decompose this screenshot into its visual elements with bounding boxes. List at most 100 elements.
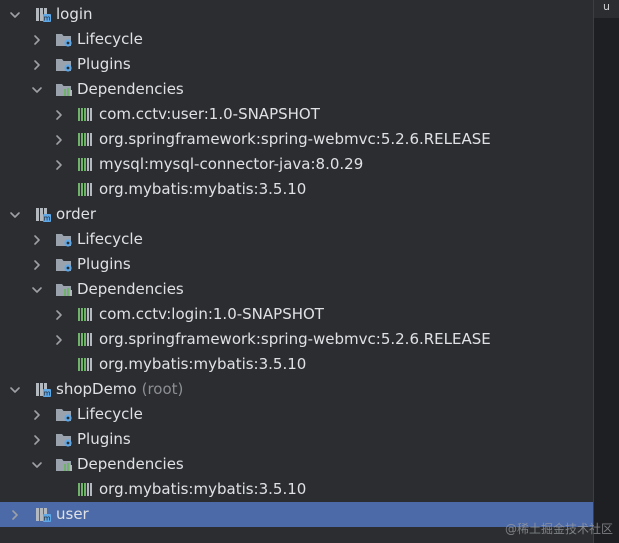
- library-icon: [77, 181, 95, 198]
- maven-tool-window: m login Lifecycle Plugins Dependencies com.cc…: [0, 0, 593, 543]
- tree-row-text: org.mybatis:mybatis:3.5.10: [99, 480, 307, 498]
- tree-row-label: login: [56, 2, 93, 27]
- tree-row-text: com.cctv:login:1.0-SNAPSHOT: [99, 305, 324, 323]
- svg-text:m: m: [44, 215, 51, 223]
- chevron-right-icon[interactable]: [30, 52, 44, 77]
- maven-module-icon: m: [34, 6, 52, 23]
- tree-row-text: org.springframework:spring-webmvc:5.2.6.…: [99, 330, 491, 348]
- lifecycle-folder-icon: [55, 31, 73, 48]
- right-tool-strip: [593, 0, 619, 543]
- tree-row-label: Dependencies: [77, 77, 184, 102]
- maven-module-icon: m: [34, 506, 52, 523]
- tree-row-plugins[interactable]: Plugins: [0, 252, 593, 277]
- chevron-right-icon[interactable]: [8, 502, 22, 527]
- tree-row-text: org.mybatis:mybatis:3.5.10: [99, 355, 307, 373]
- chevron-down-icon[interactable]: [30, 277, 44, 302]
- tree-row-text: order: [56, 205, 96, 223]
- chevron-right-icon[interactable]: [30, 252, 44, 277]
- chevron-down-icon[interactable]: [30, 77, 44, 102]
- tree-row-text: Lifecycle: [77, 230, 143, 248]
- tree-row-lifecycle[interactable]: Lifecycle: [0, 227, 593, 252]
- tree-row-label: Plugins: [77, 52, 131, 77]
- svg-text:m: m: [44, 15, 51, 23]
- chevron-right-icon[interactable]: [30, 227, 44, 252]
- plugins-folder-icon: [55, 256, 73, 273]
- tree-row-label: org.mybatis:mybatis:3.5.10: [99, 177, 306, 202]
- library-icon: [77, 131, 95, 148]
- dependencies-folder-icon: [55, 281, 73, 298]
- plugins-folder-icon: [55, 431, 73, 448]
- tree-row-label: user: [56, 502, 89, 527]
- tree-row-text: Lifecycle: [77, 30, 143, 48]
- tree-row-label: Lifecycle: [77, 402, 143, 427]
- chevron-down-icon[interactable]: [8, 2, 22, 27]
- tree-row-dependencies[interactable]: Dependencies: [0, 277, 593, 302]
- chevron-right-icon[interactable]: [52, 102, 66, 127]
- chevron-right-icon[interactable]: [30, 427, 44, 452]
- tree-row-text: Plugins: [77, 55, 131, 73]
- tree-row-text: org.springframework:spring-webmvc:5.2.6.…: [99, 130, 491, 148]
- tree-row-label: org.springframework:spring-webmvc:5.2.6.…: [99, 127, 491, 152]
- tree-row-text: com.cctv:user:1.0-SNAPSHOT: [99, 105, 320, 123]
- chevron-right-icon[interactable]: [30, 402, 44, 427]
- maven-project-tree: m login Lifecycle Plugins Dependencies com.cc…: [0, 2, 593, 527]
- side-tab[interactable]: u: [594, 0, 619, 18]
- tree-row-text: org.mybatis:mybatis:3.5.10: [99, 180, 307, 198]
- tree-row-label: Dependencies: [77, 452, 184, 477]
- tree-row-plugins[interactable]: Plugins: [0, 427, 593, 452]
- tree-row-text: Lifecycle: [77, 405, 143, 423]
- tree-row-library[interactable]: com.cctv:user:1.0-SNAPSHOT: [0, 102, 593, 127]
- chevron-down-icon[interactable]: [8, 377, 22, 402]
- tree-row-text: Plugins: [77, 430, 131, 448]
- tree-row-text: login: [56, 5, 93, 23]
- tree-row-label: org.mybatis:mybatis:3.5.10: [99, 352, 306, 377]
- tree-row-text: mysql:mysql-connector-java:8.0.29: [99, 155, 364, 173]
- chevron-right-icon[interactable]: [52, 152, 66, 177]
- chevron-right-icon[interactable]: [52, 327, 66, 352]
- tree-row-label: mysql:mysql-connector-java:8.0.29: [99, 152, 363, 177]
- chevron-down-icon[interactable]: [30, 452, 44, 477]
- watermark: @稀土掘金技术社区: [504, 522, 613, 536]
- tree-row-label: shopDemo (root): [56, 377, 183, 402]
- tree-row-library[interactable]: org.mybatis:mybatis:3.5.10: [0, 177, 593, 202]
- library-icon: [77, 481, 95, 498]
- tree-row-label: com.cctv:user:1.0-SNAPSHOT: [99, 102, 320, 127]
- chevron-right-icon[interactable]: [52, 127, 66, 152]
- lifecycle-folder-icon: [55, 231, 73, 248]
- tree-row-dependencies[interactable]: Dependencies: [0, 452, 593, 477]
- tree-row-module[interactable]: m login: [0, 2, 593, 27]
- library-icon: [77, 306, 95, 323]
- tree-row-library[interactable]: com.cctv:login:1.0-SNAPSHOT: [0, 302, 593, 327]
- dependencies-folder-icon: [55, 456, 73, 473]
- tree-row-lifecycle[interactable]: Lifecycle: [0, 402, 593, 427]
- tree-row-library[interactable]: org.mybatis:mybatis:3.5.10: [0, 477, 593, 502]
- tree-row-library[interactable]: org.mybatis:mybatis:3.5.10: [0, 352, 593, 377]
- tree-row-label: Dependencies: [77, 277, 184, 302]
- tree-row-library[interactable]: mysql:mysql-connector-java:8.0.29: [0, 152, 593, 177]
- chevron-down-icon[interactable]: [8, 202, 22, 227]
- tree-row-text: Dependencies: [77, 80, 184, 98]
- tree-row-label: Lifecycle: [77, 227, 143, 252]
- tree-row-library[interactable]: org.springframework:spring-webmvc:5.2.6.…: [0, 127, 593, 152]
- tree-row-library[interactable]: org.springframework:spring-webmvc:5.2.6.…: [0, 327, 593, 352]
- tree-row-label: com.cctv:login:1.0-SNAPSHOT: [99, 302, 324, 327]
- root-suffix: (root): [141, 380, 184, 398]
- tree-row-label: org.mybatis:mybatis:3.5.10: [99, 477, 306, 502]
- library-icon: [77, 156, 95, 173]
- tree-row-label: org.springframework:spring-webmvc:5.2.6.…: [99, 327, 491, 352]
- tree-row-module[interactable]: m shopDemo (root): [0, 377, 593, 402]
- maven-module-icon: m: [34, 206, 52, 223]
- tree-row-dependencies[interactable]: Dependencies: [0, 77, 593, 102]
- chevron-right-icon[interactable]: [30, 27, 44, 52]
- tree-row-text: user: [56, 505, 89, 523]
- tree-row-module[interactable]: m order: [0, 202, 593, 227]
- tree-row-text: Dependencies: [77, 280, 184, 298]
- dependencies-folder-icon: [55, 81, 73, 98]
- library-icon: [77, 356, 95, 373]
- svg-text:m: m: [44, 390, 51, 398]
- tree-row-label: Plugins: [77, 252, 131, 277]
- tree-row-plugins[interactable]: Plugins: [0, 52, 593, 77]
- lifecycle-folder-icon: [55, 406, 73, 423]
- chevron-right-icon[interactable]: [52, 302, 66, 327]
- tree-row-lifecycle[interactable]: Lifecycle: [0, 27, 593, 52]
